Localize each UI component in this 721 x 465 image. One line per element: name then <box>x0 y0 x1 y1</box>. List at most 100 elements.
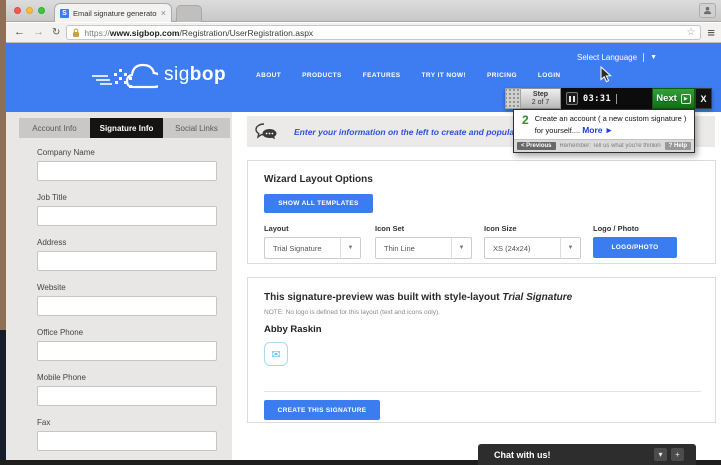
tutorial-step-bar: Step 2 of 7 03:31 Next ▶ X <box>505 88 712 109</box>
field-group-mobile-phone: Mobile Phone <box>37 373 217 406</box>
browser-menu-icon[interactable]: ≡ <box>707 26 715 39</box>
person-icon <box>703 6 712 15</box>
company-name-input[interactable] <box>37 161 217 181</box>
browser-tab[interactable]: S Email signature generator e × <box>54 3 172 22</box>
create-signature-button[interactable]: CREATE THIS SIGNATURE <box>264 400 380 420</box>
chat-bubbles-icon <box>255 123 277 140</box>
address-label: Address <box>37 238 67 247</box>
address-input[interactable] <box>37 251 217 271</box>
language-divider <box>643 53 645 62</box>
chat-collapse-icon[interactable]: ▾ <box>654 448 667 461</box>
signature-preview-card: This signature-preview was built with st… <box>247 277 716 423</box>
job-title-label: Job Title <box>37 193 67 202</box>
field-group-company-name: Company Name <box>37 148 217 181</box>
chat-widget[interactable]: Chat with us! ▾ + <box>478 444 696 465</box>
office-phone-label: Office Phone <box>37 328 84 337</box>
icon-size-control: Icon Size XS (24x24) ▼ <box>484 224 581 259</box>
chevron-down-icon: ▼ <box>451 238 471 258</box>
tooltip-step-number: 2 <box>522 113 529 127</box>
forward-button[interactable]: → <box>29 27 48 38</box>
nav-features[interactable]: FEATURES <box>363 72 401 79</box>
bookmark-star-icon[interactable]: ☆ <box>686 27 695 38</box>
email-icon[interactable]: ✉ <box>264 342 288 366</box>
fax-input[interactable] <box>37 431 217 451</box>
icon-set-select-value: Thin Line <box>384 243 415 253</box>
icon-set-control: Icon Set Thin Line ▼ <box>375 224 472 259</box>
brand-text: sigbop <box>164 64 226 86</box>
help-button[interactable]: ? Help <box>664 142 691 151</box>
preview-note: NOTE: No logo is defined for this layout… <box>264 309 440 316</box>
nav-products[interactable]: PRODUCTS <box>302 72 342 79</box>
nav-pricing[interactable]: PRICING <box>487 72 517 79</box>
layout-select[interactable]: Trial Signature ▼ <box>264 237 361 259</box>
url-text: https://www.sigbop.com/Registration/User… <box>84 28 682 38</box>
drag-handle-icon[interactable] <box>505 88 521 109</box>
fax-label: Fax <box>37 418 51 427</box>
timer-caret <box>616 93 618 104</box>
pause-icon[interactable] <box>566 92 578 105</box>
chevron-down-icon: ▼ <box>560 238 580 258</box>
wizard-title: Wizard Layout Options <box>264 174 373 185</box>
back-button[interactable]: ← <box>10 27 29 38</box>
logo-photo-button[interactable]: LOGO/PHOTO <box>593 237 677 258</box>
preview-divider <box>264 391 701 392</box>
nav-login[interactable]: LOGIN <box>538 72 561 79</box>
preview-person-name: Abby Raskin <box>264 324 322 335</box>
more-link[interactable]: More ► <box>582 125 613 135</box>
icon-set-select[interactable]: Thin Line ▼ <box>375 237 472 259</box>
brand-sig: sig <box>164 64 190 85</box>
chevron-down-icon: ▼ <box>340 238 360 258</box>
zoom-window-button[interactable] <box>38 7 45 14</box>
profile-button[interactable] <box>699 3 716 18</box>
tutorial-close-button[interactable]: X <box>695 88 712 109</box>
next-button[interactable]: Next ▶ <box>652 88 695 109</box>
url-path: /Registration/UserRegistration.aspx <box>179 27 314 38</box>
address-bar[interactable]: https://www.sigbop.com/Registration/User… <box>66 25 702 40</box>
field-group-office-phone: Office Phone <box>37 328 217 361</box>
browser-tab-bar: S Email signature generator e × <box>6 0 721 22</box>
language-dropdown-icon: ▼ <box>650 54 657 61</box>
url-scheme: https:// <box>84 27 110 38</box>
job-title-input[interactable] <box>37 206 217 226</box>
tab-signature-info[interactable]: Signature Info <box>90 118 163 138</box>
url-domain: www.sigbop.com <box>109 27 180 38</box>
language-selector[interactable]: Select Language ▼ <box>577 53 657 62</box>
registration-side-panel: Account Info Signature Info Social Links… <box>6 112 232 465</box>
tab-social-links[interactable]: Social Links <box>163 118 230 138</box>
next-label: Next <box>656 93 677 104</box>
close-window-button[interactable] <box>14 7 21 14</box>
office-phone-input[interactable] <box>37 341 217 361</box>
reload-button[interactable]: ↻ <box>48 27 64 38</box>
main-nav: ABOUT PRODUCTS FEATURES TRY IT NOW! PRIC… <box>256 72 561 79</box>
field-group-job-title: Job Title <box>37 193 217 226</box>
panel-tabs: Account Info Signature Info Social Links <box>19 118 230 138</box>
website-label: Website <box>37 283 66 292</box>
tooltip-description: Create an account ( a new custom signatu… <box>535 114 688 136</box>
tooltip-footer: < Previous Remember: Tell us what you're… <box>514 139 694 153</box>
nav-try-it-now[interactable]: TRY IT NOW! <box>422 72 466 79</box>
language-label: Select Language <box>577 53 638 62</box>
sigbop-logo[interactable]: sigbop <box>90 55 226 95</box>
field-group-address: Address <box>37 238 217 271</box>
play-icon: ▶ <box>680 93 691 104</box>
timer-box: 03:31 <box>561 88 652 109</box>
signature-info-form: Company Name Job Title Address Website O… <box>37 148 217 463</box>
new-tab-button[interactable] <box>176 5 202 22</box>
layout-control: Layout Trial Signature ▼ <box>264 224 361 259</box>
logo-photo-control: Logo / Photo LOGO/PHOTO <box>593 224 677 258</box>
tab-close-icon[interactable]: × <box>161 8 166 18</box>
chat-expand-icon[interactable]: + <box>671 448 684 461</box>
mobile-phone-input[interactable] <box>37 386 217 406</box>
tab-account-info[interactable]: Account Info <box>19 118 90 138</box>
tooltip-body: 2 Create an account ( a new custom signa… <box>514 110 694 139</box>
mobile-phone-label: Mobile Phone <box>37 373 86 382</box>
website-input[interactable] <box>37 296 217 316</box>
icon-set-label: Icon Set <box>375 224 405 233</box>
nav-about[interactable]: ABOUT <box>256 72 281 79</box>
chat-label: Chat with us! <box>494 449 551 460</box>
icon-size-select-value: XS (24x24) <box>493 243 531 253</box>
show-all-templates-button[interactable]: SHOW ALL TEMPLATES <box>264 194 373 213</box>
minimize-window-button[interactable] <box>26 7 33 14</box>
previous-button[interactable]: < Previous <box>517 142 556 151</box>
icon-size-select[interactable]: XS (24x24) ▼ <box>484 237 581 259</box>
